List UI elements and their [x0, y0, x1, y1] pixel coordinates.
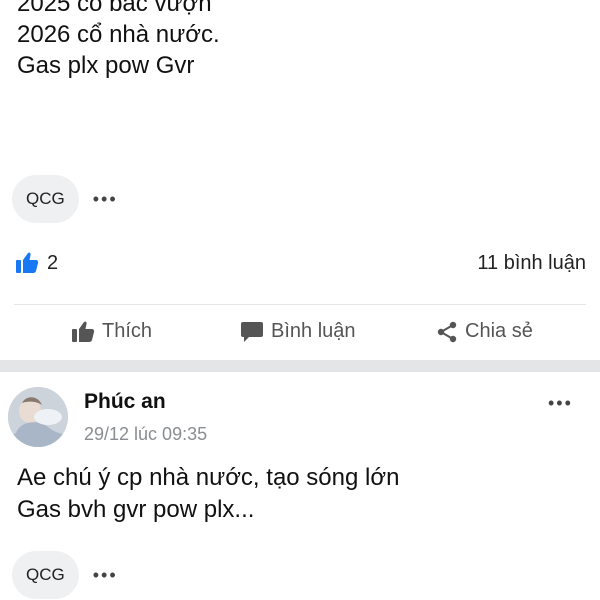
stock-tag-chip[interactable]: QCG [12, 175, 79, 223]
comment-icon [241, 321, 263, 342]
post-content: Ae chú ý cp nhà nước, tạo sóng lớn Gas b… [17, 462, 399, 526]
like-button[interactable]: Thích [71, 320, 152, 343]
post-content-line: Ae chú ý cp nhà nước, tạo sóng lớn [17, 464, 400, 491]
post-menu-icon[interactable]: ••• [548, 393, 573, 414]
post-content-line: Gas bvh gvr pow plx... [17, 496, 255, 523]
like-count: 2 [47, 251, 59, 274]
stock-tag-chip[interactable]: QCG [12, 551, 79, 599]
comment-label: Bình luận [271, 320, 356, 342]
like-label: Thích [102, 320, 153, 342]
reaction-stats: 2 11 bình luận [14, 248, 586, 278]
more-icon[interactable]: ••• [93, 566, 118, 584]
post-tag-row: QCG ••• [12, 551, 118, 599]
avatar[interactable] [8, 387, 68, 447]
thumbs-up-icon [72, 321, 95, 342]
post-content: 2025 cổ bắc vượn 2026 cổ nhà nước. Gas p… [17, 0, 220, 81]
comment-button[interactable]: Bình luận [240, 320, 356, 343]
author-name[interactable]: Phúc an [84, 390, 166, 414]
post-content-line: Gas plx pow Gvr [17, 52, 195, 79]
more-icon[interactable]: ••• [93, 190, 118, 208]
post-content-line: 2026 cổ nhà nước. [17, 21, 220, 48]
share-icon [437, 321, 457, 342]
post-content-line: 2025 cổ bắc vượn [17, 0, 212, 17]
reaction-summary[interactable]: 2 [14, 250, 58, 276]
share-label: Chia sẻ [465, 320, 533, 342]
post-separator [0, 360, 600, 372]
divider [14, 304, 586, 305]
comment-count[interactable]: 11 bình luận [477, 252, 586, 275]
share-button[interactable]: Chia sẻ [436, 320, 533, 343]
post-action-bar: Thích Bình luận Chia sẻ [0, 308, 600, 358]
like-badge-icon [14, 250, 40, 276]
post-timestamp: 29/12 lúc 09:35 [84, 424, 208, 444]
post-tag-row: QCG ••• [12, 175, 118, 223]
